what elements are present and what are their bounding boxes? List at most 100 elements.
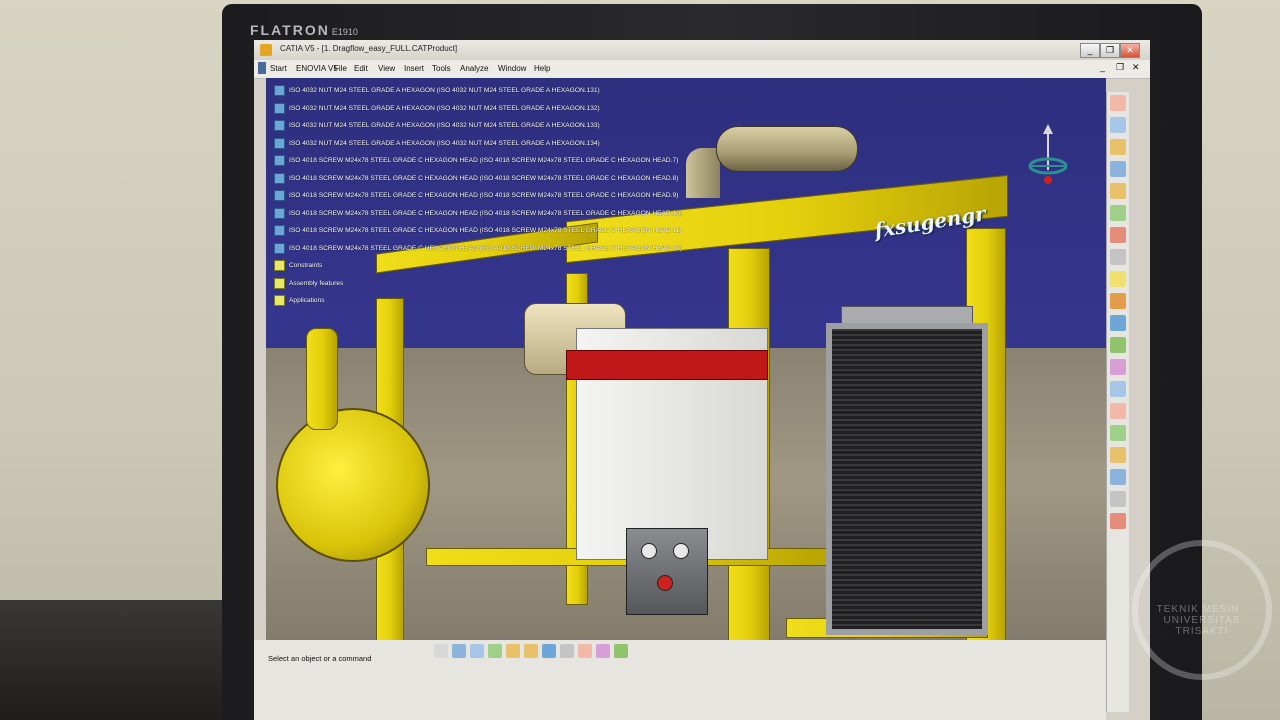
- product-icon[interactable]: [1110, 117, 1126, 133]
- part-icon: [274, 225, 285, 237]
- menu-help[interactable]: Help: [534, 64, 550, 73]
- pan-icon[interactable]: [470, 644, 484, 658]
- gauge-1: [641, 543, 657, 559]
- fit-all-icon[interactable]: [452, 644, 466, 658]
- doc-restore-button[interactable]: ❐: [1116, 62, 1124, 73]
- tree-item[interactable]: ISO 4018 SCREW M24x78 STEEL GRADE C HEXA…: [274, 222, 682, 240]
- status-prompt: Select an object or a command: [268, 654, 372, 663]
- 3d-viewport[interactable]: ISO 4032 NUT M24 STEEL GRADE A HEXAGON (…: [266, 78, 1106, 678]
- muffler: [716, 126, 858, 172]
- catia-app-icon: [260, 44, 272, 56]
- menu-start[interactable]: Start: [270, 64, 287, 73]
- angle-icon[interactable]: [1110, 359, 1126, 375]
- bottom-toolbar-area: [254, 640, 1106, 720]
- menu-edit[interactable]: Edit: [354, 64, 368, 73]
- monitor-brand: FLATRON E1910: [250, 22, 358, 38]
- menu-window[interactable]: Window: [498, 64, 526, 73]
- constraints-icon: [274, 260, 285, 272]
- measure-icon[interactable]: [1110, 447, 1126, 463]
- compass-icon[interactable]: [1024, 122, 1072, 202]
- close-button[interactable]: ✕: [1120, 43, 1140, 58]
- zoom-in-icon[interactable]: [506, 644, 520, 658]
- select-icon[interactable]: [1110, 95, 1126, 111]
- doc-close-button[interactable]: ✕: [1132, 62, 1140, 73]
- constraint-icon[interactable]: [1110, 271, 1126, 287]
- pump-volute: [276, 408, 430, 562]
- part-icon: [274, 102, 285, 114]
- hide-show-icon[interactable]: [596, 644, 610, 658]
- iso-view-icon[interactable]: [560, 644, 574, 658]
- pump-discharge-pipe: [306, 328, 338, 430]
- tree-item-assembly-features[interactable]: Assembly features: [274, 275, 634, 293]
- snap-icon[interactable]: [1110, 249, 1126, 265]
- view-toolbar: [434, 644, 632, 658]
- tree-item-applications[interactable]: Applications: [274, 292, 634, 310]
- brand-model: E1910: [331, 27, 358, 37]
- right-toolbar: [1106, 92, 1129, 712]
- tree-item[interactable]: ISO 4018 SCREW M24x78 STEEL GRADE C HEXA…: [274, 240, 682, 258]
- swap-visible-icon[interactable]: [614, 644, 628, 658]
- part-icon: [274, 137, 285, 149]
- component-icon[interactable]: [1110, 139, 1126, 155]
- clash-icon[interactable]: [1110, 425, 1126, 441]
- screen: CATIA V5 - [1. Dragflow_easy_FULL.CATPro…: [254, 40, 1150, 720]
- doc-minimize-button[interactable]: _: [1100, 62, 1105, 72]
- tree-item[interactable]: ISO 4018 SCREW M24x78 STEEL GRADE C HEXA…: [274, 205, 682, 223]
- offset-icon[interactable]: [1110, 337, 1126, 353]
- update-icon[interactable]: [1110, 381, 1126, 397]
- applications-icon: [274, 295, 285, 307]
- stop-button: [657, 575, 673, 591]
- radiator-core: [826, 323, 988, 635]
- explode-icon[interactable]: [1110, 403, 1126, 419]
- tree-item[interactable]: ISO 4032 NUT M24 STEEL GRADE A HEXAGON (…: [274, 117, 634, 135]
- window-title: CATIA V5 - [1. Dragflow_easy_FULL.CATPro…: [280, 44, 458, 53]
- title-bar: CATIA V5 - [1. Dragflow_easy_FULL.CATPro…: [254, 40, 1150, 61]
- part-icon[interactable]: [1110, 161, 1126, 177]
- fix-icon[interactable]: [1110, 293, 1126, 309]
- engine-valve-cover: [566, 350, 768, 380]
- menu-tools[interactable]: Tools: [432, 64, 451, 73]
- control-panel-box: [626, 528, 708, 615]
- tree-item[interactable]: ISO 4032 NUT M24 STEEL GRADE A HEXAGON (…: [274, 82, 634, 100]
- render-style-icon[interactable]: [578, 644, 592, 658]
- menu-analyze[interactable]: Analyze: [460, 64, 488, 73]
- logo-text: TEKNIK MESIN · UNIVERSITAS TRISAKTI: [1156, 604, 1248, 637]
- contact-icon[interactable]: [1110, 315, 1126, 331]
- specification-tree: ISO 4032 NUT M24 STEEL GRADE A HEXAGON (…: [274, 82, 682, 310]
- part-icon: [274, 190, 285, 202]
- fly-mode-icon[interactable]: [434, 644, 448, 658]
- annotation-icon[interactable]: [1110, 491, 1126, 507]
- tree-item[interactable]: ISO 4018 SCREW M24x78 STEEL GRADE C HEXA…: [274, 152, 678, 170]
- bill-of-material-icon[interactable]: [1110, 513, 1126, 529]
- menu-insert[interactable]: Insert: [404, 64, 424, 73]
- minimize-button[interactable]: _: [1080, 43, 1100, 58]
- document-icon: [258, 62, 266, 74]
- tree-item-constraints[interactable]: Constraints: [274, 257, 634, 275]
- replace-icon[interactable]: [1110, 205, 1126, 221]
- zoom-out-icon[interactable]: [524, 644, 538, 658]
- part-icon: [274, 155, 285, 167]
- part-icon: [274, 85, 285, 97]
- existing-component-icon[interactable]: [1110, 183, 1126, 199]
- part-icon: [274, 207, 285, 219]
- restore-button[interactable]: ❐: [1100, 43, 1120, 58]
- manipulate-icon[interactable]: [1110, 227, 1126, 243]
- menu-file[interactable]: File: [334, 64, 347, 73]
- tree-item[interactable]: ISO 4018 SCREW M24x78 STEEL GRADE C HEXA…: [274, 187, 678, 205]
- part-icon: [274, 120, 285, 132]
- assembly-features-icon: [274, 277, 285, 289]
- section-icon[interactable]: [1110, 469, 1126, 485]
- menu-view[interactable]: View: [378, 64, 395, 73]
- exhaust-pipe: [686, 148, 720, 198]
- rotate-icon[interactable]: [488, 644, 502, 658]
- tree-item[interactable]: ISO 4032 NUT M24 STEEL GRADE A HEXAGON (…: [274, 135, 634, 153]
- part-icon: [274, 172, 285, 184]
- tree-item[interactable]: ISO 4032 NUT M24 STEEL GRADE A HEXAGON (…: [274, 100, 634, 118]
- tree-item[interactable]: ISO 4018 SCREW M24x78 STEEL GRADE C HEXA…: [274, 170, 678, 188]
- normal-view-icon[interactable]: [542, 644, 556, 658]
- menu-bar: Start ENOVIA V5 File Edit View Insert To…: [254, 60, 1150, 79]
- gauge-2: [673, 543, 689, 559]
- menu-enovia[interactable]: ENOVIA V5: [296, 64, 338, 73]
- part-icon: [274, 242, 285, 254]
- university-seal-logo: TEKNIK MESIN · UNIVERSITAS TRISAKTI: [1132, 540, 1272, 680]
